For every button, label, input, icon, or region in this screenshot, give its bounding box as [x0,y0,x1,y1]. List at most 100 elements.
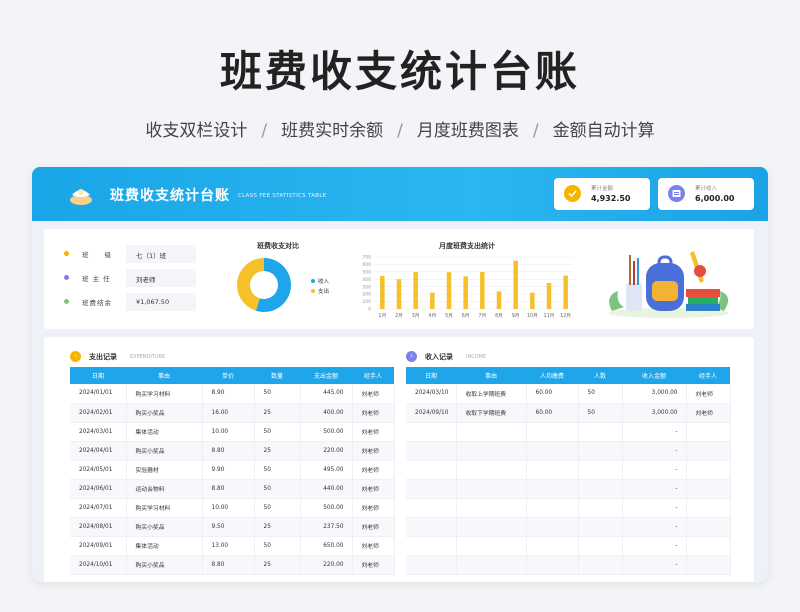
table-cell[interactable]: 2024/07/01 [70,498,127,518]
table-cell[interactable]: 刘老师 [352,498,395,518]
table-cell[interactable]: 2024/05/01 [70,460,127,480]
column-header[interactable]: 日期 [406,367,456,384]
table-cell[interactable]: 8.90 [202,384,255,404]
table-cell[interactable] [686,555,731,575]
table-cell[interactable] [406,479,457,499]
table-cell[interactable]: - [622,498,687,518]
table-cell[interactable]: 8.80 [202,555,255,575]
table-cell[interactable]: 3,000.00 [622,384,687,404]
table-cell[interactable]: 25 [254,517,301,537]
info-value[interactable]: 刘老师 [126,269,196,287]
info-value[interactable]: ¥1,067.50 [126,293,196,311]
table-cell[interactable] [526,498,579,518]
column-header[interactable]: 收入金额 [622,367,686,384]
table-cell[interactable]: 2024/01/01 [70,384,127,404]
table-cell[interactable] [526,555,579,575]
table-cell[interactable]: 2024/08/01 [70,517,127,537]
table-cell[interactable] [578,555,623,575]
column-header[interactable]: 日期 [70,367,126,384]
table-cell[interactable]: - [622,479,687,499]
table-cell[interactable] [526,441,579,461]
table-cell[interactable]: 刘老师 [352,441,395,461]
table-cell[interactable]: - [622,555,687,575]
table-cell[interactable]: 实验器材 [126,460,203,480]
table-cell[interactable] [526,422,579,442]
table-cell[interactable]: - [622,441,687,461]
column-header[interactable]: 支出金额 [300,367,352,384]
table-cell[interactable]: 集体活动 [126,422,203,442]
column-header[interactable]: 单价 [202,367,254,384]
table-cell[interactable] [406,460,457,480]
table-cell[interactable] [456,555,527,575]
table-cell[interactable]: 收取下学期班费 [456,403,527,423]
column-header[interactable]: 经手人 [686,367,730,384]
table-cell[interactable] [686,479,731,499]
table-cell[interactable]: 60.00 [526,384,579,404]
table-cell[interactable] [578,460,623,480]
table-cell[interactable]: 收取上学期班费 [456,384,527,404]
table-cell[interactable]: 运动会物料 [126,479,203,499]
table-cell[interactable]: 购买小奖品 [126,555,203,575]
table-cell[interactable]: 刘老师 [352,460,395,480]
table-cell[interactable]: 220.00 [300,441,353,461]
table-cell[interactable]: 50 [254,498,301,518]
table-cell[interactable]: 650.00 [300,536,353,556]
table-cell[interactable]: 50 [578,403,623,423]
table-cell[interactable] [406,555,457,575]
table-cell[interactable]: - [622,460,687,480]
table-cell[interactable] [578,422,623,442]
table-cell[interactable] [578,441,623,461]
column-header[interactable]: 事由 [456,367,526,384]
table-cell[interactable] [406,498,457,518]
table-cell[interactable]: 25 [254,403,301,423]
info-value[interactable]: 七（1）班 [126,245,196,263]
table-cell[interactable] [406,517,457,537]
table-cell[interactable]: 刘老师 [352,384,395,404]
table-cell[interactable]: 2024/02/01 [70,403,127,423]
table-cell[interactable]: 刘老师 [352,479,395,499]
table-cell[interactable] [406,422,457,442]
table-cell[interactable] [456,441,527,461]
table-cell[interactable] [686,460,731,480]
table-cell[interactable] [406,441,457,461]
table-cell[interactable] [456,517,527,537]
table-cell[interactable] [526,536,579,556]
table-cell[interactable]: 50 [254,460,301,480]
table-cell[interactable]: 2024/06/01 [70,479,127,499]
table-cell[interactable]: 2024/09/01 [70,536,127,556]
table-cell[interactable] [456,479,527,499]
table-cell[interactable]: 2024/03/01 [70,422,127,442]
table-cell[interactable]: 50 [254,536,301,556]
table-cell[interactable] [686,498,731,518]
table-cell[interactable] [526,460,579,480]
table-cell[interactable] [456,422,527,442]
table-cell[interactable] [686,422,731,442]
table-cell[interactable]: - [622,517,687,537]
table-cell[interactable] [686,441,731,461]
table-cell[interactable] [578,517,623,537]
table-cell[interactable]: 2024/10/01 [70,555,127,575]
table-cell[interactable]: 237.50 [300,517,353,537]
table-cell[interactable]: 400.00 [300,403,353,423]
table-cell[interactable]: 50 [578,384,623,404]
table-cell[interactable]: 购买小奖品 [126,517,203,537]
table-cell[interactable] [686,517,731,537]
table-cell[interactable]: 25 [254,441,301,461]
table-cell[interactable]: - [622,536,687,556]
table-cell[interactable]: 10.00 [202,498,255,518]
table-cell[interactable]: 2024/09/10 [406,403,457,423]
table-cell[interactable]: 9.50 [202,517,255,537]
column-header[interactable]: 数量 [254,367,300,384]
table-cell[interactable]: 445.00 [300,384,353,404]
table-cell[interactable] [578,479,623,499]
table-cell[interactable]: 16.00 [202,403,255,423]
table-cell[interactable]: 2024/04/01 [70,441,127,461]
table-cell[interactable]: 购买小奖品 [126,403,203,423]
table-cell[interactable] [406,536,457,556]
table-cell[interactable]: 10.00 [202,422,255,442]
table-cell[interactable]: 8.80 [202,441,255,461]
table-cell[interactable]: 刘老师 [686,403,731,423]
table-cell[interactable] [578,498,623,518]
table-cell[interactable]: 刘老师 [352,536,395,556]
table-cell[interactable]: 3,000.00 [622,403,687,423]
